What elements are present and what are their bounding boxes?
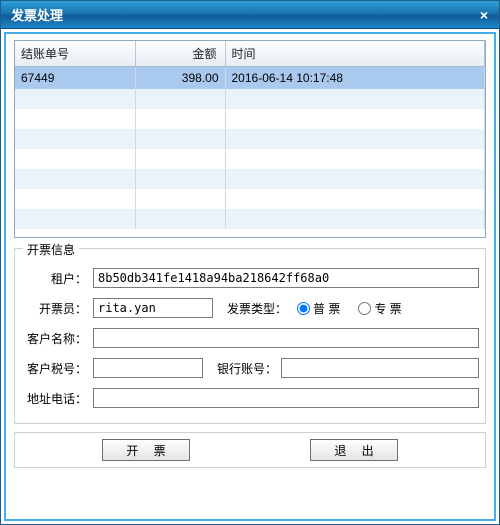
cell-amount: 398.00 — [135, 67, 225, 90]
close-icon[interactable]: × — [477, 8, 491, 22]
issuer-label: 开票员： — [21, 300, 93, 317]
address-phone-input[interactable] — [93, 388, 479, 408]
table-row[interactable] — [15, 169, 485, 189]
invoice-type-radios: 普 票 专 票 — [291, 300, 402, 317]
cell-id: 67449 — [15, 67, 135, 90]
address-phone-label: 地址电话： — [21, 390, 93, 407]
button-row: 开 票 退 出 — [14, 432, 486, 468]
content-area: 结账单号 金额 时间 67449 398.00 2016-06-14 10:17… — [1, 29, 499, 524]
table-row[interactable] — [15, 129, 485, 149]
radio-normal-input[interactable] — [297, 302, 310, 315]
exit-button[interactable]: 退 出 — [310, 439, 398, 461]
table-row[interactable] — [15, 89, 485, 109]
table-row[interactable] — [15, 109, 485, 129]
issuer-input[interactable] — [93, 298, 213, 318]
grid-header-row: 结账单号 金额 时间 — [15, 41, 485, 67]
content-frame: 结账单号 金额 时间 67449 398.00 2016-06-14 10:17… — [4, 32, 496, 521]
table-row[interactable] — [15, 209, 485, 229]
invoice-type-label: 发票类型： — [227, 300, 291, 317]
table-row[interactable] — [15, 189, 485, 209]
table-row[interactable] — [15, 149, 485, 169]
window-title: 发票处理 — [11, 5, 63, 24]
col-header-time[interactable]: 时间 — [225, 41, 485, 67]
bank-account-input[interactable] — [281, 358, 479, 378]
radio-special-label: 专 票 — [374, 300, 401, 317]
radio-special-input[interactable] — [358, 302, 371, 315]
invoice-info-fieldset: 开票信息 租户： 开票员： 发票类型： 普 票 — [14, 248, 486, 424]
col-header-amount[interactable]: 金额 — [135, 41, 225, 67]
issue-button[interactable]: 开 票 — [102, 439, 190, 461]
customer-name-label: 客户名称： — [21, 330, 93, 347]
tenant-label: 租户： — [21, 270, 93, 287]
titlebar[interactable]: 发票处理 × — [1, 1, 499, 29]
invoice-grid[interactable]: 结账单号 金额 时间 67449 398.00 2016-06-14 10:17… — [14, 40, 486, 238]
table-row[interactable]: 67449 398.00 2016-06-14 10:17:48 — [15, 67, 485, 90]
radio-special[interactable]: 专 票 — [358, 300, 401, 317]
dialog-window: 发票处理 × 结账单号 金额 时间 67449 3 — [0, 0, 500, 525]
customer-tax-input[interactable] — [93, 358, 203, 378]
customer-name-input[interactable] — [93, 328, 479, 348]
radio-normal[interactable]: 普 票 — [297, 300, 340, 317]
tenant-input[interactable] — [93, 268, 479, 288]
fieldset-legend: 开票信息 — [23, 241, 79, 258]
bank-account-label: 银行账号： — [217, 360, 281, 377]
radio-normal-label: 普 票 — [313, 300, 340, 317]
customer-tax-label: 客户税号： — [21, 360, 93, 377]
col-header-id[interactable]: 结账单号 — [15, 41, 135, 67]
cell-time: 2016-06-14 10:17:48 — [225, 67, 485, 90]
